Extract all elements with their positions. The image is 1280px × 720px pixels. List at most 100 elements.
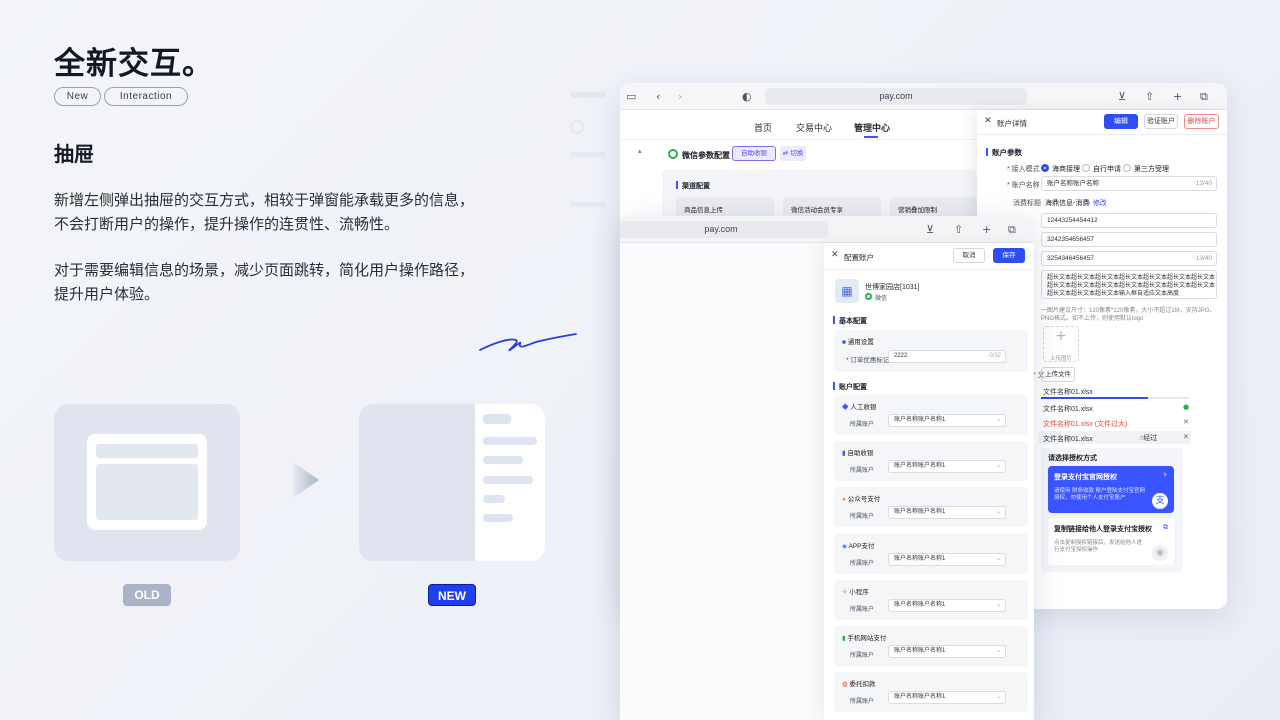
save-button[interactable]: 保存	[993, 248, 1025, 263]
wechat-check-icon	[865, 293, 872, 300]
drawer-title: 配置账户	[844, 253, 874, 262]
channel-config-panel: 渠道配置 商品信息上传 微信活动会员专享 营销叠加限制	[662, 170, 988, 219]
nav-home[interactable]: 首页	[754, 121, 772, 134]
nav-management-center[interactable]: 管理中心	[854, 121, 890, 134]
account-select[interactable]: 账户名称账户名称1 ⌄	[888, 598, 1006, 612]
old-badge: OLD	[123, 584, 171, 606]
remove-file-icon[interactable]: ✕	[1183, 433, 1189, 441]
auth-option-official[interactable]: 登录支付宝官网授权 › 请使用 财务收款 账户登陆支付宝官网授权，勿使用个人支付…	[1048, 466, 1174, 513]
tabs-icon[interactable]: ⧉	[1200, 89, 1208, 104]
radio-unselected[interactable]	[1082, 164, 1090, 172]
download-icon[interactable]: ⊻	[1118, 89, 1126, 104]
discount-label: * 订单优惠标记	[846, 357, 890, 364]
payment-block-title: ▮ 自助收银	[842, 447, 873, 457]
edit-button[interactable]: 编辑	[1104, 114, 1138, 129]
payment-type-icon: ▮	[842, 635, 846, 642]
consume-title-label: 消费标题	[1013, 200, 1041, 207]
plus-icon: +	[1055, 328, 1067, 344]
payment-block-title: ◆ 人工收银	[842, 401, 876, 411]
payment-block: ✧ 小程序 所属账户 账户名称账户名称1 ⌄	[834, 579, 1028, 620]
auth-option-copy-link-desc: 点击复制授权链接后，发送给他人进行支付宝授权操作	[1054, 540, 1143, 553]
cancel-button[interactable]: 取消	[953, 248, 985, 263]
account-field-label: 所属账户	[850, 560, 875, 567]
account-select[interactable]: 账户名称账户名称1 ⌄	[888, 460, 1006, 474]
upload-image-box[interactable]: + 上传图片	[1043, 326, 1079, 362]
close-icon[interactable]: ✕	[984, 116, 992, 126]
arrow-right-icon	[293, 462, 319, 498]
file-item-2[interactable]: 文件名称01.xlsx	[1043, 404, 1093, 414]
new-badge: NEW	[428, 584, 476, 606]
payment-block: ▮ 自助收银所属账户 账户名称账户名称1 ⌄	[834, 441, 1028, 482]
radio-selected[interactable]	[1041, 164, 1049, 172]
shield-icon[interactable]: ◐	[742, 89, 752, 104]
auth-option-copy-link-title: 复制链接给他人登录支付宝授权	[1054, 526, 1152, 533]
consume-title-value: 海鼎信息-消费	[1045, 200, 1090, 207]
payment-type-icon: ✧	[842, 588, 848, 596]
switch-button[interactable]: ⇄ 切换	[780, 146, 806, 161]
param-field-1[interactable]: 12443254454412	[1041, 213, 1217, 228]
account-field-label: 所属账户	[850, 653, 875, 659]
share-icon[interactable]: ⇧	[954, 222, 963, 237]
new-tab-icon[interactable]: +	[982, 222, 991, 237]
param-field-2[interactable]: 3242354656457	[1041, 232, 1217, 247]
delete-account-button[interactable]: 删除账户	[1184, 114, 1219, 129]
new-tab-icon[interactable]: +	[1173, 89, 1182, 104]
access-mode-1: 海商接理	[1052, 166, 1080, 173]
store-icon: ▦	[835, 279, 859, 303]
url-bar[interactable]: pay.com	[620, 221, 828, 238]
file-item-4[interactable]: 文件名称01.xlsx	[1043, 434, 1093, 444]
paragraph-1-line-1: 新增左侧弹出抽屉的交互方式，相较于弹窗能承载更多的信息，	[54, 191, 475, 209]
account-select[interactable]: 账户名称账户名称1 ⌄	[888, 645, 1006, 658]
consume-edit-link[interactable]: ✎ 修改	[1085, 198, 1107, 208]
remove-file-icon[interactable]: ✕	[1183, 418, 1189, 426]
verify-account-button[interactable]: 验证账户	[1144, 114, 1178, 129]
account-field-label: 所属账户	[850, 468, 875, 475]
account-name-input[interactable]: 账户名称账户名称 13/40	[1041, 176, 1217, 191]
auth-method-panel: 请选择授权方式 登录支付宝官网授权 › 请使用 财务收款 账户登陆支付宝官网授权…	[1041, 448, 1183, 572]
tabs-icon[interactable]: ⧉	[1008, 222, 1016, 237]
account-select-value: 账户名称账户名称1	[894, 694, 946, 701]
account-select[interactable]: 账户名称账户名称1 ⌄	[888, 691, 1006, 705]
paragraph-1: 新增左侧弹出抽屉的交互方式，相较于弹窗能承载更多的信息， 不会打断用户的操作，提…	[54, 188, 554, 236]
channel-card-1: 商品信息上传	[684, 207, 723, 214]
account-select[interactable]: 账户名称账户名称1 ⌄	[888, 506, 1006, 520]
account-select[interactable]: 账户名称账户名称1 ⌄	[888, 552, 1006, 566]
browser-window-front: pay.com ⊻ ⇧ + ⧉ ✕ 配置账户 取消 保存 ▦ 世博家园店[103…	[620, 216, 1034, 720]
param-field-3[interactable]: 3254346456457 13/40	[1041, 251, 1217, 266]
payment-block: ◍ 委托扣款 所属账户 账户名称账户名称1 ⌄	[834, 672, 1028, 713]
account-select[interactable]: 账户名称账户名称1 ⌄	[888, 414, 1006, 427]
file-item-3-error[interactable]: 文件名称01.xlsx (文件过大)	[1043, 419, 1127, 429]
download-icon[interactable]: ⊻	[926, 222, 934, 237]
account-field-label: 所属账户	[850, 514, 875, 521]
url-bar[interactable]: pay.com	[765, 88, 1027, 105]
general-settings-block: ■ 通用设置 * 订单优惠标记 2222 0/32	[834, 330, 1028, 372]
browser-toolbar: ▭ ‹ › ◐ pay.com ⊻ ⇧ + ⧉	[620, 83, 1227, 110]
account-select-value: 账户名称账户名称1	[894, 417, 946, 423]
long-text-area[interactable]: 超长文本超长文本超长文本超长文本超长文本超长文本超长文本超长文本超长文本超长文本…	[1041, 270, 1217, 299]
account-select-value: 账户名称账户名称1	[894, 601, 946, 608]
channel-card-3: 营销叠加限制	[898, 207, 937, 214]
tab-self-checkout[interactable]: 自助收银	[732, 146, 776, 161]
payment-block-label: 人工收银	[850, 404, 877, 411]
upload-progress-track	[1041, 397, 1189, 399]
payment-type-icon: ▮	[842, 450, 846, 458]
nav-active-indicator	[864, 136, 878, 138]
payment-block-title: ◈ APP支付	[842, 540, 874, 550]
file-item-1[interactable]: 文件名称01.xlsx	[1043, 387, 1093, 397]
share-icon[interactable]: ⇧	[1145, 89, 1154, 104]
discount-input[interactable]: 2222 0/32	[888, 350, 1006, 363]
chevron-down-icon: ⌄	[995, 463, 1001, 470]
collapse-icon[interactable]: ▴	[638, 147, 642, 155]
new-pattern-illustration	[359, 404, 545, 561]
upload-file-button[interactable]: 上传文件	[1041, 367, 1075, 382]
payment-block: ◆ 人工收银 所属账户 账户名称账户名称1 ⌄	[834, 395, 1028, 435]
chevron-down-icon: ⌄	[995, 648, 1001, 654]
close-icon[interactable]: ✕	[831, 250, 839, 260]
nav-trade-center[interactable]: 交易中心	[796, 121, 832, 134]
radio-unselected[interactable]	[1123, 164, 1131, 172]
forward-arrow-icon[interactable]: ›	[678, 89, 682, 104]
back-arrow-icon[interactable]: ‹	[656, 89, 660, 104]
chevron-down-icon: ⌄	[995, 555, 1001, 562]
auth-option-copy-link[interactable]: 复制链接给他人登录支付宝授权 ⧉ 点击复制授权链接后，发送给他人进行支付宝授权操…	[1048, 518, 1174, 565]
sidebar-toggle-icon[interactable]: ▭	[626, 89, 636, 104]
